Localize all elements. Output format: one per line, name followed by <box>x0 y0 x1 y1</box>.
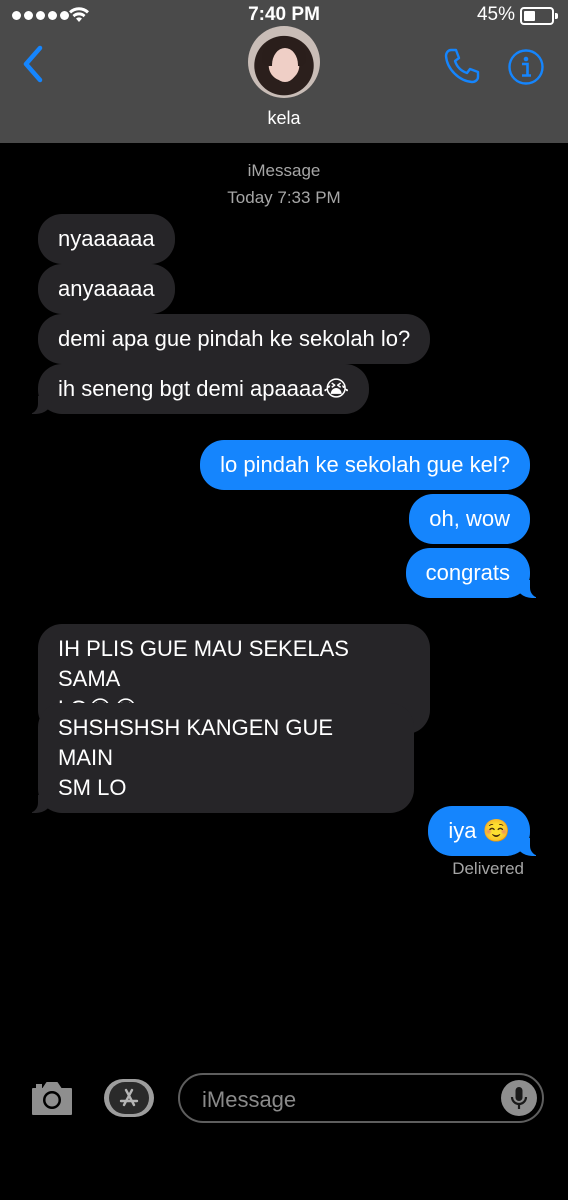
incoming-message[interactable]: demi apa gue pindah ke sekolah lo? <box>38 314 431 364</box>
contact-name[interactable]: kela <box>0 108 568 129</box>
back-chevron-icon[interactable] <box>18 44 48 84</box>
camera-icon[interactable] <box>30 1079 74 1117</box>
incoming-message[interactable]: SHSHSHSH KANGEN GUE MAIN SM LO <box>28 703 414 813</box>
outgoing-message[interactable]: iya ☺️ <box>428 806 540 856</box>
outgoing-message[interactable]: oh, wow <box>409 494 530 544</box>
info-icon[interactable] <box>507 48 545 86</box>
microphone-icon[interactable] <box>501 1080 537 1116</box>
contact-avatar[interactable] <box>248 26 320 98</box>
conversation-timestamp: Today 7:33 PM <box>227 188 341 207</box>
conversation-header: 7:40 PM 45% kela <box>0 0 568 143</box>
incoming-message[interactable]: ih seneng bgt demi apaaaa😭 <box>27 364 370 414</box>
battery-percentage: 45% <box>476 4 515 25</box>
incoming-message[interactable]: anyaaaaa <box>38 264 175 314</box>
outgoing-message[interactable]: congrats <box>405 548 541 598</box>
app-store-icon[interactable] <box>104 1079 154 1117</box>
outgoing-message[interactable]: lo pindah ke sekolah gue kel? <box>200 440 530 490</box>
phone-icon[interactable] <box>442 46 482 86</box>
delivery-status: Delivered <box>452 859 524 878</box>
incoming-message[interactable]: nyaaaaaa <box>38 214 175 264</box>
message-input[interactable]: iMessage <box>178 1073 544 1123</box>
battery-icon <box>520 7 558 25</box>
service-label: iMessage <box>247 161 321 180</box>
message-input-placeholder: iMessage <box>202 1087 297 1112</box>
